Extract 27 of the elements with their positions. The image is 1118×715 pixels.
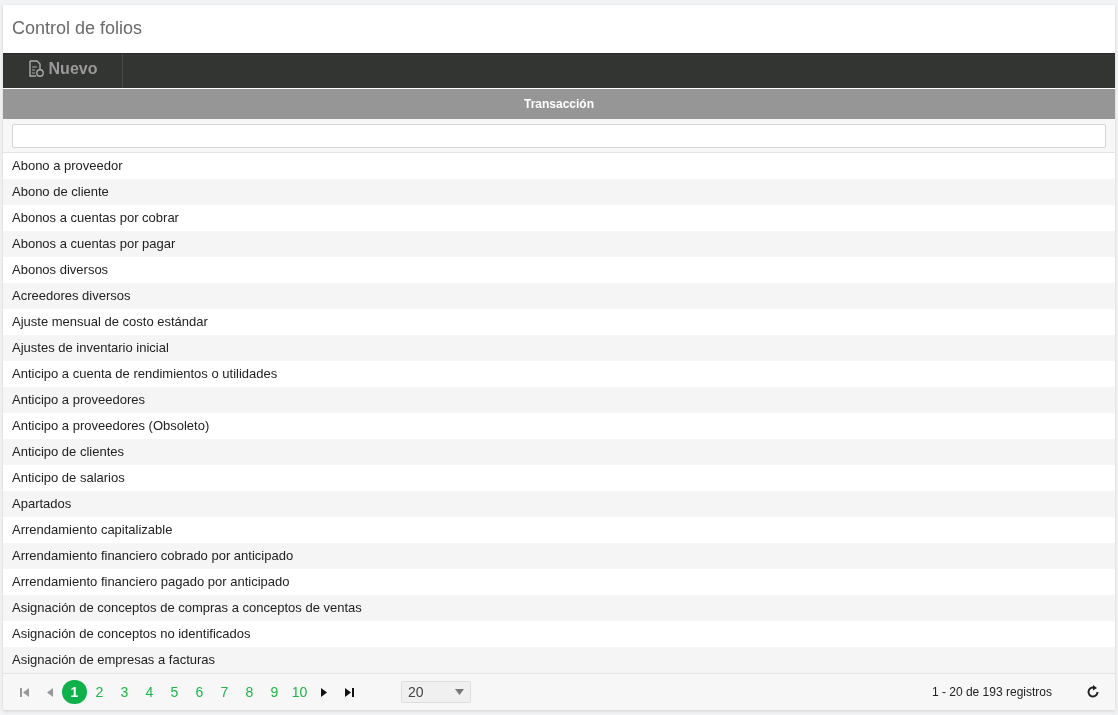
table-row[interactable]: Anticipo a cuenta de rendimientos o utilidades <box>3 361 1115 387</box>
table-row[interactable]: Anticipo a proveedores <box>3 387 1115 413</box>
document-icon <box>27 60 44 78</box>
table-row[interactable]: Arrendamiento financiero pagado por anticipado <box>3 569 1115 595</box>
table-row[interactable]: Arrendamiento financiero cobrado por anticipado <box>3 543 1115 569</box>
table-row[interactable]: Anticipo de clientes <box>3 439 1115 465</box>
table-row[interactable]: Acreedores diversos <box>3 283 1115 309</box>
table-row[interactable]: Abonos diversos <box>3 257 1115 283</box>
table-row[interactable]: Abonos a cuentas por pagar <box>3 231 1115 257</box>
table-row[interactable]: Asignación de conceptos no identificados <box>3 621 1115 647</box>
table-row[interactable]: Anticipo a proveedores (Obsoleto) <box>3 413 1115 439</box>
table-row[interactable]: Abonos a cuentas por cobrar <box>3 205 1115 231</box>
table-row[interactable]: Arrendamiento capitalizable <box>3 517 1115 543</box>
dropdown-arrow-icon <box>455 689 464 695</box>
table-row[interactable]: Abono de cliente <box>3 179 1115 205</box>
table-row[interactable]: Apartados <box>3 491 1115 517</box>
record-count: 1 - 20 de 193 registros <box>931 685 1052 699</box>
filter-field[interactable] <box>12 123 1106 148</box>
table-row[interactable]: Anticipo de salarios <box>3 465 1115 491</box>
refresh-icon[interactable] <box>1086 685 1100 699</box>
table-row[interactable]: Asignación de empresas a facturas <box>3 647 1115 673</box>
page-title: Control de folios <box>11 17 144 40</box>
table-row[interactable]: Abono a proveedor <box>3 153 1115 179</box>
table-row[interactable]: Asignación de conceptos de compras a conceptos de ventas <box>3 595 1115 621</box>
table-row[interactable]: Ajuste mensual de costo estándar <box>3 309 1115 335</box>
page-size-dropdown[interactable]: 20 <box>401 681 471 703</box>
table-row[interactable]: Ajustes de inventario inicial <box>3 335 1115 361</box>
